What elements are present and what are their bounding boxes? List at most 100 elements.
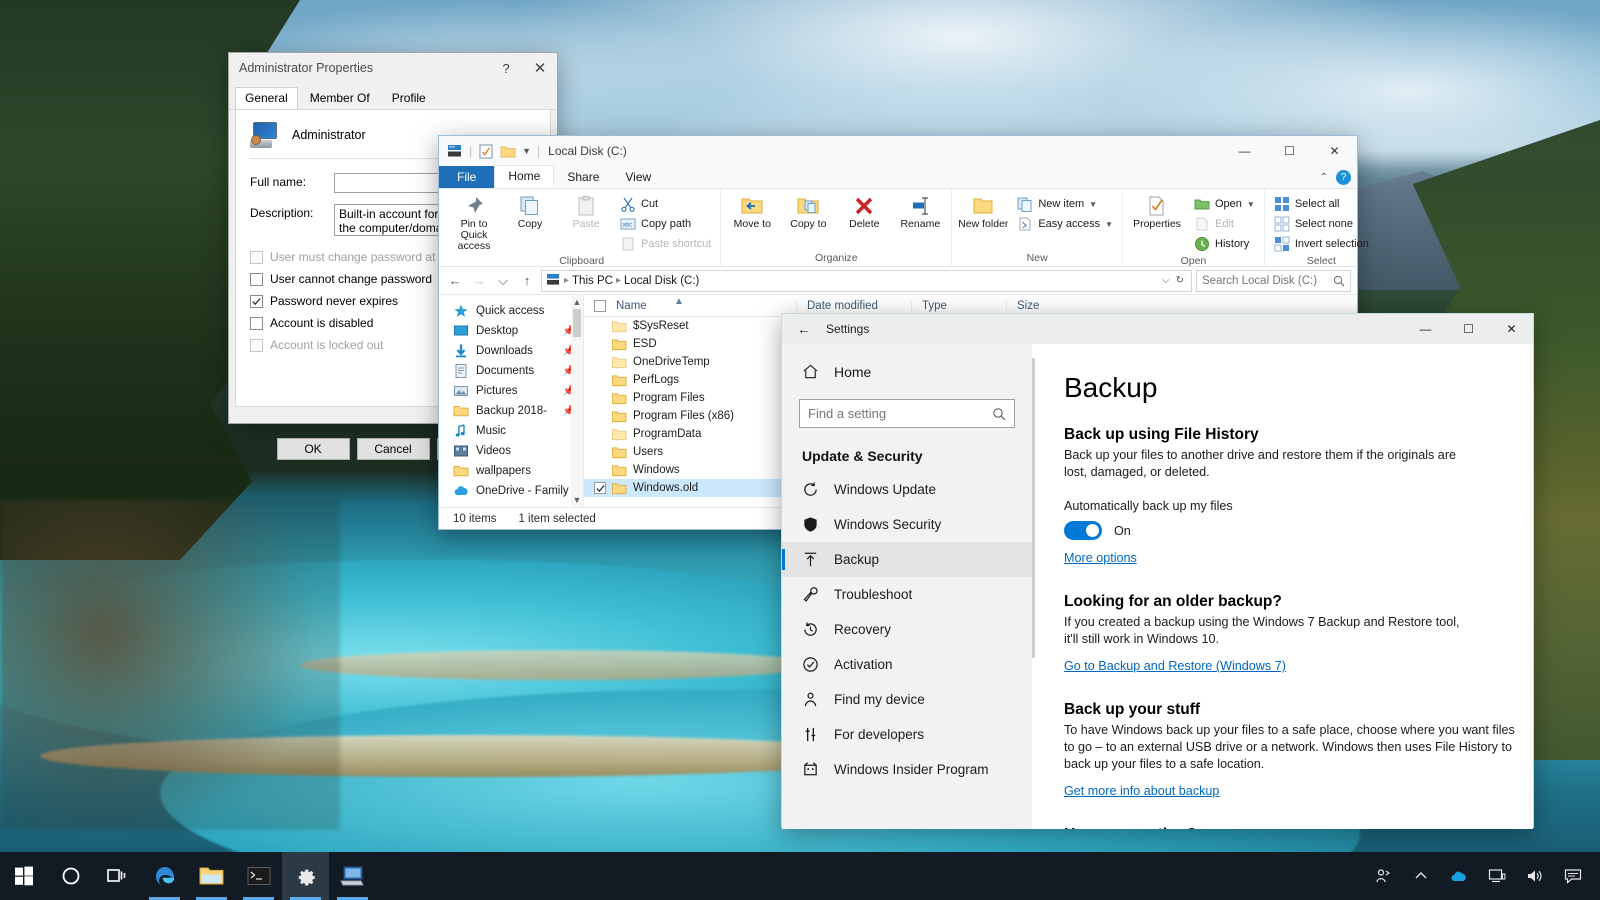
column-header-date-modified[interactable]: Date modified (796, 300, 911, 312)
volume-icon[interactable] (1516, 852, 1554, 900)
breadcrumb-item-this-pc[interactable]: This PC (572, 275, 613, 287)
row-checkbox[interactable] (594, 464, 606, 476)
auto-backup-toggle[interactable] (1064, 521, 1102, 540)
nav-item-onedrive-family[interactable]: OneDrive - Family (439, 481, 583, 501)
properties-quick-icon[interactable] (478, 144, 494, 159)
tab-home[interactable]: Home (494, 165, 554, 188)
tab-general[interactable]: General (235, 87, 298, 109)
command-prompt-button[interactable] (235, 852, 282, 900)
computer-management-button[interactable] (329, 852, 376, 900)
new-item-button[interactable]: New item ▼ (1014, 195, 1116, 213)
address-dropdown-icon[interactable]: ⌵ (1162, 275, 1170, 286)
task-view-button[interactable] (94, 852, 141, 900)
search-input[interactable] (808, 406, 986, 421)
sidebar-item-recovery[interactable]: Recovery (782, 612, 1032, 647)
chevron-down-icon[interactable]: ▼ (1247, 200, 1255, 209)
maximize-button[interactable]: ☐ (1447, 314, 1490, 344)
sidebar-item-troubleshoot[interactable]: Troubleshoot (782, 577, 1032, 612)
rename-button[interactable]: Rename (892, 193, 948, 232)
people-icon[interactable] (1364, 852, 1402, 900)
row-checkbox[interactable] (594, 428, 606, 440)
help-icon[interactable]: ? (1336, 170, 1351, 185)
breadcrumb[interactable]: ▸ This PC ▸ Local Disk (C:) ⌵ ↻ (541, 270, 1192, 292)
nav-item-desktop[interactable]: Desktop 📌 (439, 321, 583, 341)
column-header-size[interactable]: Size (1006, 300, 1076, 312)
cancel-button[interactable]: Cancel (357, 438, 430, 460)
scroll-down-icon[interactable]: ▼ (573, 493, 582, 507)
new-folder-quick-icon[interactable] (500, 144, 516, 159)
row-checkbox[interactable] (594, 320, 606, 332)
help-icon[interactable]: ? (489, 54, 523, 82)
back-button[interactable]: ← (445, 271, 465, 291)
network-icon[interactable] (1478, 852, 1516, 900)
copy-to-button[interactable]: Copy to (780, 193, 836, 232)
sidebar-item-windows-insider-program[interactable]: Windows Insider Program (782, 752, 1032, 787)
properties-button[interactable]: Properties (1126, 193, 1188, 232)
sidebar-item-home[interactable]: Home (782, 356, 1032, 387)
copy-button[interactable]: Copy (502, 193, 558, 232)
minimize-button[interactable]: — (1222, 136, 1267, 166)
tab-file[interactable]: File (439, 166, 494, 188)
move-to-button[interactable]: Move to (724, 193, 780, 232)
nav-item-videos[interactable]: Videos (439, 441, 583, 461)
nav-item-backup-2018[interactable]: Backup 2018- 📌 (439, 401, 583, 421)
maximize-button[interactable]: ☐ (1267, 136, 1312, 166)
sidebar-item-windows-security[interactable]: Windows Security (782, 507, 1032, 542)
nav-item-wallpapers[interactable]: wallpapers (439, 461, 583, 481)
sidebar-item-activation[interactable]: Activation (782, 647, 1032, 682)
open-button[interactable]: Open ▼ (1191, 195, 1258, 213)
select-none-button[interactable]: Select none (1271, 215, 1372, 233)
column-header-name[interactable]: Name ▲ (584, 300, 796, 312)
sidebar-item-windows-update[interactable]: Windows Update (782, 472, 1032, 507)
action-center-button[interactable] (1554, 852, 1592, 900)
tab-view[interactable]: View (612, 167, 664, 188)
edge-button[interactable] (141, 852, 188, 900)
chevron-down-icon[interactable]: ▼ (1105, 220, 1113, 229)
up-button[interactable]: ↑ (517, 271, 537, 291)
row-checkbox[interactable] (594, 392, 606, 404)
ok-button[interactable]: OK (277, 438, 350, 460)
quick-access-dropdown-icon[interactable]: ▼ (522, 146, 531, 156)
back-button[interactable]: ← (782, 314, 826, 344)
tab-member-of[interactable]: Member Of (300, 87, 380, 109)
content-scrollbar[interactable] (1032, 358, 1035, 658)
scrollbar-thumb[interactable] (573, 309, 581, 337)
cut-button[interactable]: Cut (617, 195, 714, 213)
sidebar-item-backup[interactable]: Backup (782, 542, 1032, 577)
more-options-link[interactable]: More options (1064, 551, 1137, 565)
select-all-button[interactable]: Select all (1271, 195, 1372, 213)
nav-item-documents[interactable]: Documents 📌 (439, 361, 583, 381)
breadcrumb-item-local-disk[interactable]: Local Disk (C:) (624, 275, 699, 287)
invert-selection-button[interactable]: Invert selection (1271, 235, 1372, 253)
close-button[interactable]: ✕ (1312, 136, 1357, 166)
sidebar-item-find-my-device[interactable]: Find my device (782, 682, 1032, 717)
start-button[interactable] (0, 852, 47, 900)
collapse-ribbon-icon[interactable]: ⌃ (1320, 172, 1328, 183)
file-explorer-button[interactable] (188, 852, 235, 900)
sidebar-item-for-developers[interactable]: For developers (782, 717, 1032, 752)
row-checkbox[interactable] (594, 446, 606, 458)
nav-item-pictures[interactable]: Pictures 📌 (439, 381, 583, 401)
search-input[interactable]: Search Local Disk (C:) (1196, 270, 1351, 292)
cortana-button[interactable] (47, 852, 94, 900)
column-header-type[interactable]: Type (911, 300, 1006, 312)
new-folder-button[interactable]: New folder (955, 193, 1011, 232)
onedrive-tray-icon[interactable] (1440, 852, 1478, 900)
close-icon[interactable]: ✕ (523, 54, 557, 82)
nav-scrollbar[interactable]: ▲ ▼ (571, 295, 583, 507)
row-checkbox[interactable] (594, 482, 606, 494)
refresh-icon[interactable]: ↻ (1176, 275, 1184, 286)
tab-share[interactable]: Share (554, 167, 612, 188)
tab-profile[interactable]: Profile (382, 87, 436, 109)
get-more-info-link[interactable]: Get more info about backup (1064, 784, 1219, 798)
row-checkbox[interactable] (594, 356, 606, 368)
forward-button[interactable]: → (469, 271, 489, 291)
nav-item-quick-access[interactable]: Quick access (439, 301, 583, 321)
minimize-button[interactable]: — (1404, 314, 1447, 344)
nav-item-music[interactable]: Music (439, 421, 583, 441)
pin-to-quick-access-button[interactable]: Pin to Quick access (446, 193, 502, 254)
copy-path-button[interactable]: abc Copy path (617, 215, 714, 233)
history-button[interactable]: History (1191, 235, 1258, 253)
row-checkbox[interactable] (594, 338, 606, 350)
row-checkbox[interactable] (594, 374, 606, 386)
